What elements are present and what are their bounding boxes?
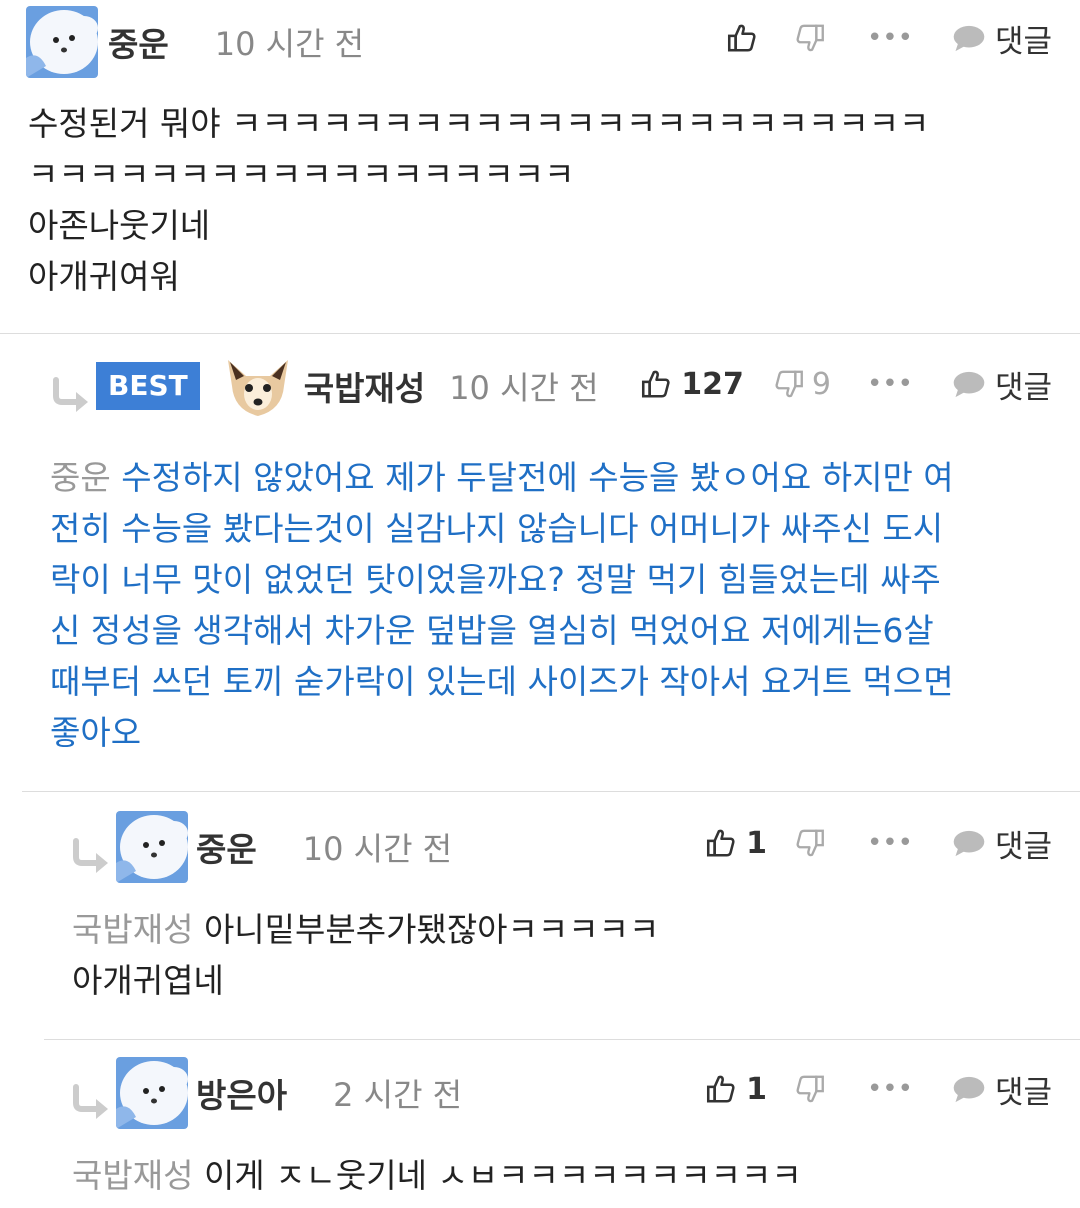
author-name[interactable]: 방은아: [196, 1069, 287, 1117]
comment-line: 중운 수정하지 않았어요 제가 두달전에 수능을 봤ㅇ어요 하지만 여: [50, 452, 1060, 503]
thumbs-down-icon: [793, 826, 827, 860]
divider: [22, 791, 1080, 792]
comment-text: 아니밑부분추가됐잖아ㅋㅋㅋㅋㅋ: [193, 910, 660, 949]
comment-line: 아존나웃기네: [28, 206, 211, 245]
speech-bubble-icon: [951, 1074, 987, 1105]
comment-body: 수정된거 뭐야 ㅋㅋㅋㅋㅋㅋㅋㅋㅋㅋㅋㅋㅋㅋㅋㅋㅋㅋㅋㅋㅋㅋㅋ ㅋㅋㅋㅋㅋㅋㅋㅋ…: [28, 98, 929, 302]
avatar[interactable]: [26, 6, 98, 78]
timestamp: 10 시간 전: [449, 369, 599, 407]
reply-button[interactable]: 댓글: [951, 362, 1052, 407]
ellipsis-icon: •••: [866, 1074, 913, 1104]
thumbs-up-icon: [725, 21, 759, 55]
comment-line: 국밥재성 이게 ㅈㄴ웃기네 ㅅㅂㅋㅋㅋㅋㅋㅋㅋㅋㅋㅋ: [72, 1150, 802, 1201]
like-button[interactable]: 1: [704, 826, 767, 861]
speech-bubble-icon: [951, 23, 987, 54]
mention[interactable]: 국밥재성: [72, 1156, 193, 1195]
comment-body: 국밥재성 아니밑부분추가됐잖아ㅋㅋㅋㅋㅋ 아개귀엽네: [72, 904, 659, 1006]
comment-line: 아개귀엽네: [72, 961, 224, 1000]
divider: [0, 333, 1080, 334]
timestamp: 2 시간 전: [333, 1076, 463, 1114]
comment-body: 중운 수정하지 않았어요 제가 두달전에 수능을 봤ㅇ어요 하지만 여 전히 수…: [50, 452, 1060, 758]
like-button[interactable]: 1: [704, 1072, 767, 1107]
avatar[interactable]: [116, 811, 188, 883]
comment-line: 좋아오: [50, 713, 142, 752]
thumbs-down-icon: [793, 21, 827, 55]
ellipsis-icon: •••: [866, 369, 913, 399]
like-button[interactable]: 127: [639, 367, 744, 402]
reply-button[interactable]: 댓글: [951, 16, 1052, 61]
thumbs-up-icon: [639, 367, 673, 401]
author-name[interactable]: 중운: [196, 823, 257, 871]
avatar[interactable]: [116, 1057, 188, 1129]
dislike-button[interactable]: 9: [772, 367, 831, 402]
thumbs-down-icon: [793, 1072, 827, 1106]
like-count: 127: [681, 366, 744, 402]
like-count: 1: [746, 1071, 767, 1107]
thumbs-down-icon: [772, 367, 806, 401]
reply-button[interactable]: 댓글: [951, 1067, 1052, 1112]
reply-arrow-icon: [50, 376, 92, 416]
thumbs-up-icon: [704, 1072, 738, 1106]
author-name[interactable]: 국밥재성: [304, 362, 425, 410]
speech-bubble-icon: [951, 828, 987, 859]
more-button[interactable]: •••: [867, 369, 913, 399]
more-button[interactable]: •••: [867, 1074, 913, 1104]
comment-body: 국밥재성 이게 ㅈㄴ웃기네 ㅅㅂㅋㅋㅋㅋㅋㅋㅋㅋㅋㅋ: [72, 1150, 802, 1201]
reply-button[interactable]: 댓글: [951, 821, 1052, 866]
reply-arrow-icon: [70, 1083, 112, 1123]
ellipsis-icon: •••: [866, 23, 913, 53]
thumbs-up-icon: [704, 826, 738, 860]
divider: [44, 1039, 1080, 1040]
reply-label: 댓글: [994, 1074, 1052, 1111]
more-button[interactable]: •••: [867, 23, 913, 53]
comment-line: 국밥재성 아니밑부분추가됐잖아ㅋㅋㅋㅋㅋ: [72, 904, 659, 955]
author-name[interactable]: 중운: [108, 18, 169, 66]
comment-line: 수정된거 뭐야 ㅋㅋㅋㅋㅋㅋㅋㅋㅋㅋㅋㅋㅋㅋㅋㅋㅋㅋㅋㅋㅋㅋㅋ: [28, 104, 930, 143]
dislike-button[interactable]: [793, 1072, 827, 1106]
reply-arrow-icon: [70, 837, 112, 877]
mention[interactable]: 국밥재성: [72, 910, 193, 949]
like-button[interactable]: [725, 21, 759, 55]
comment-text: 이게 ㅈㄴ웃기네 ㅅㅂㅋㅋㅋㅋㅋㅋㅋㅋㅋㅋ: [193, 1156, 802, 1195]
comment-line: 신 정성을 생각해서 차가운 덮밥을 열심히 먹었어요 저에게는6살: [50, 611, 934, 650]
like-count: 1: [746, 825, 767, 861]
dislike-count: 9: [811, 366, 831, 402]
avatar[interactable]: [222, 350, 294, 422]
comment-line: 락이 너무 맛이 없었던 탓이었을까요? 정말 먹기 힘들었는데 싸주: [50, 560, 941, 599]
best-badge: BEST: [96, 362, 200, 410]
comment-line: 아개귀여워: [28, 257, 180, 296]
comment-line: ㅋㅋㅋㅋㅋㅋㅋㅋㅋㅋㅋㅋㅋㅋㅋㅋㅋㅋ: [28, 155, 575, 194]
timestamp: 10 시간 전: [302, 830, 453, 868]
ellipsis-icon: •••: [866, 828, 913, 858]
comment-text: 수정하지 않았어요 제가 두달전에 수능을 봤ㅇ어요 하지만 여: [110, 458, 954, 497]
reply-label: 댓글: [994, 828, 1052, 865]
dislike-button[interactable]: [793, 21, 827, 55]
more-button[interactable]: •••: [867, 828, 913, 858]
mention[interactable]: 중운: [50, 458, 111, 497]
comment-line: 전히 수능을 봤다는것이 실감나지 않습니다 어머니가 싸주신 도시: [50, 509, 944, 548]
reply-label: 댓글: [994, 369, 1052, 406]
dislike-button[interactable]: [793, 826, 827, 860]
timestamp: 10 시간 전: [214, 25, 365, 63]
speech-bubble-icon: [951, 369, 987, 400]
reply-label: 댓글: [994, 23, 1052, 60]
comment-line: 때부터 쓰던 토끼 숟가락이 있는데 사이즈가 작아서 요거트 먹으면: [50, 662, 954, 701]
